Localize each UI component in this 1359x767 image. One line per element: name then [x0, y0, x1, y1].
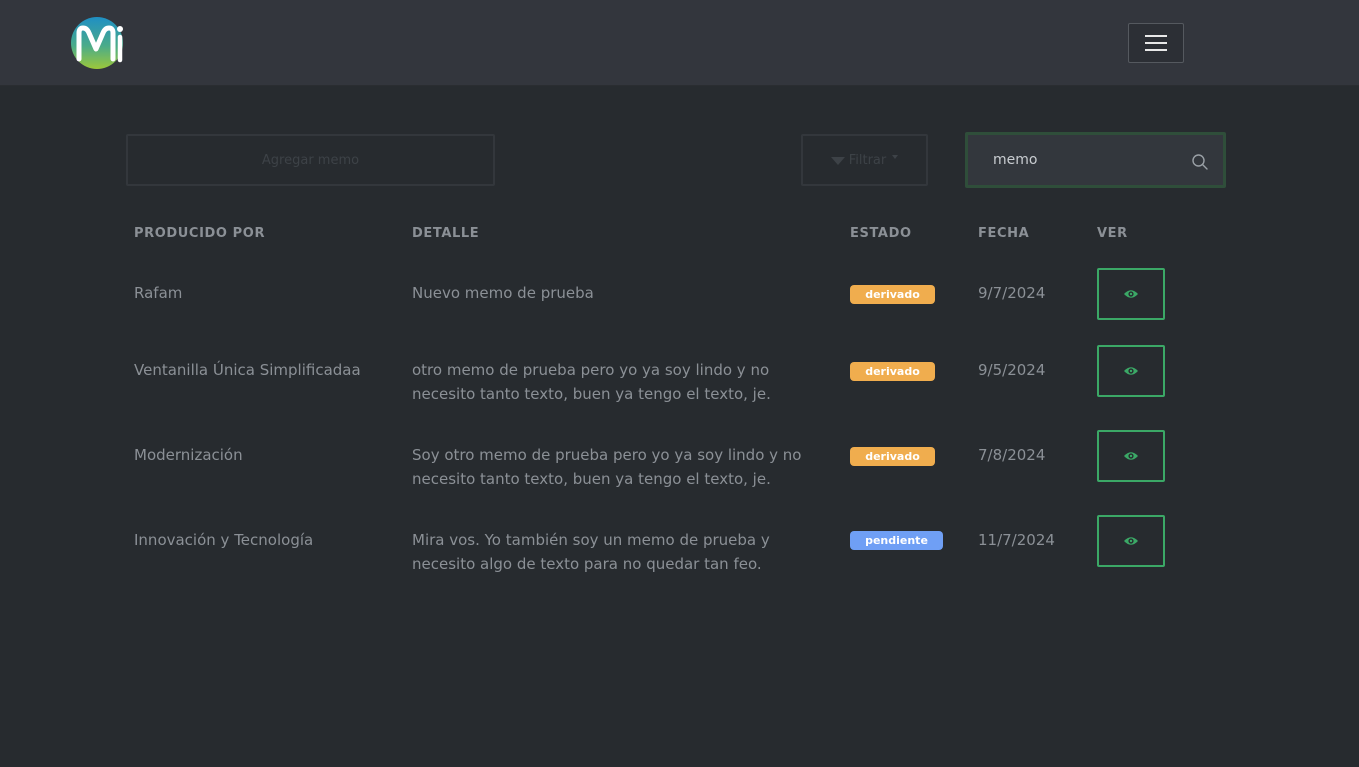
eye-icon — [1124, 537, 1138, 545]
status-badge: pendiente — [850, 531, 943, 550]
eye-icon — [1124, 290, 1138, 298]
search-icon[interactable] — [1191, 153, 1209, 171]
view-button[interactable] — [1097, 345, 1165, 397]
view-button[interactable] — [1097, 430, 1165, 482]
date-cell: 9/5/2024 — [978, 361, 1046, 379]
producer-cell: Modernización — [134, 446, 243, 464]
status-badge: derivado — [850, 285, 935, 304]
funnel-icon — [830, 157, 845, 165]
detail-cell: otro memo de prueba pero yo ya soy lindo… — [412, 361, 770, 379]
column-header-view: VER — [1097, 226, 1128, 241]
hamburger-icon — [1145, 34, 1167, 52]
eye-icon — [1124, 367, 1138, 375]
status-badge: derivado — [850, 447, 935, 466]
date-cell: 11/7/2024 — [978, 531, 1055, 549]
producer-cell: Rafam — [134, 284, 183, 302]
column-header-producer: PRODUCIDO POR — [134, 226, 266, 241]
detail-cell: Mira vos. Yo también soy un memo de prue… — [412, 531, 770, 549]
detail-cell: necesito tanto texto, buen ya tengo el t… — [412, 470, 771, 488]
detail-cell: necesito algo de texto para no quedar ta… — [412, 555, 762, 573]
caret-down-icon — [892, 155, 899, 159]
filter-dropdown-button[interactable]: Filtrar — [801, 134, 928, 186]
producer-cell: Ventanilla Única Simplificadaa — [134, 361, 361, 379]
eye-icon — [1124, 452, 1138, 460]
date-cell: 9/7/2024 — [978, 284, 1046, 302]
top-navbar — [0, 0, 1359, 86]
column-header-date: FECHA — [978, 226, 1030, 241]
search-box — [965, 132, 1226, 188]
logo[interactable] — [70, 16, 124, 70]
detail-cell: Soy otro memo de prueba pero yo ya soy l… — [412, 446, 802, 464]
search-input[interactable] — [982, 147, 1172, 173]
producer-cell: Innovación y Tecnología — [134, 531, 314, 549]
add-memo-button[interactable]: Agregar memo — [126, 134, 495, 186]
detail-cell: necesito tanto texto, buen ya tengo el t… — [412, 385, 771, 403]
status-badge: derivado — [850, 362, 935, 381]
view-button[interactable] — [1097, 268, 1165, 320]
detail-cell: Nuevo memo de prueba — [412, 284, 594, 302]
view-button[interactable] — [1097, 515, 1165, 567]
menu-toggle-button[interactable] — [1128, 23, 1184, 63]
date-cell: 7/8/2024 — [978, 446, 1046, 464]
column-header-status: ESTADO — [850, 226, 912, 241]
column-header-detail: DETALLE — [412, 226, 480, 241]
filter-label: Filtrar — [848, 152, 887, 168]
